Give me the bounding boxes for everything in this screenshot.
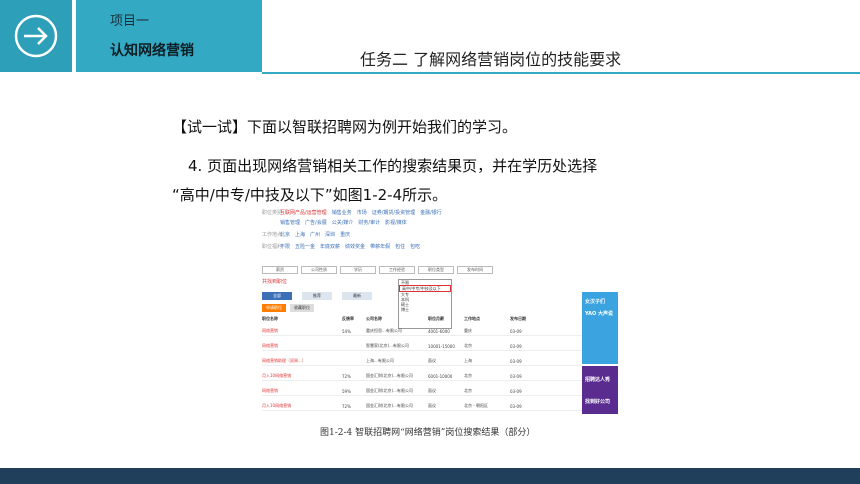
- ad-banner[interactable]: 女汉子们 YAO 大声说: [582, 292, 618, 364]
- job-date: 03-09: [510, 343, 522, 349]
- job-date: 03-09: [510, 403, 522, 409]
- job-city: 北京: [464, 388, 472, 393]
- table-row: 月入10网络营销 72% 国金汇财(北京)...有限公司 6001-10000 …: [262, 372, 582, 381]
- job-city: 重庆: [464, 328, 472, 333]
- figure-caption: 图1-2-4 智联招聘网“网络营销”岗位搜索结果（部分）: [320, 428, 536, 438]
- job-city: 北京: [464, 343, 472, 348]
- filter-row: 职位类别 互联网产品/运营管理 销售业务 市场 证券/期货/投资管理 金融/银行: [262, 209, 442, 216]
- job-title[interactable]: 网络营销: [262, 343, 342, 349]
- table-row: 月入10网络营销 72% 国金汇财(北京)...有限公司 面议 北京 - 朝阳区…: [262, 402, 582, 411]
- col-header: 职位月薪: [428, 316, 444, 321]
- job-salary: 面议: [428, 403, 436, 408]
- table-header: 职位名称 反馈率 公司名称 职位月薪 工作地点 发布日期: [262, 316, 582, 323]
- popup-option[interactable]: 博士: [399, 307, 451, 312]
- job-company[interactable]: 国金汇财(北京)...有限公司: [366, 373, 428, 379]
- tab[interactable]: 最新: [342, 292, 372, 300]
- job-company[interactable]: 重庆恒思...有限公司: [366, 328, 428, 334]
- header-band: 项目一 认知网络营销 任务二 了解网络营销岗位的技能要求: [0, 0, 860, 72]
- table-row: 网络营销 智慧家(北京)...有限公司 10001-15000 北京 03-09: [262, 342, 582, 351]
- job-salary: 面议: [428, 388, 436, 393]
- dropdown[interactable]: 发布时间: [457, 266, 493, 274]
- col-header: 反馈率: [342, 316, 354, 321]
- job-salary: 面议: [428, 358, 436, 363]
- filter-row: 销售管理 广告/会展 公关/媒介 财务/审计 影视/媒体: [280, 219, 407, 226]
- results-tabs: 全部 推荐 最新: [262, 292, 582, 300]
- job-rate: 54%: [342, 328, 351, 334]
- job-salary: 10001-15000: [428, 343, 455, 349]
- job-title[interactable]: 网络营销: [262, 388, 342, 394]
- col-header: 工作地点: [464, 316, 480, 321]
- paragraph-intro: 【试一试】下面以智联招聘网为例开始我们的学习。: [172, 118, 518, 136]
- header-divider: [262, 72, 860, 74]
- task-title: 任务二 了解网络营销岗位的技能要求: [360, 50, 622, 69]
- dropdown[interactable]: 公司性质: [301, 266, 337, 274]
- table-row: 网络营销助理（双周...） 上海...有限公司 面议 上海 03-09: [262, 357, 582, 366]
- job-title[interactable]: 网络营销助理（双周...）: [262, 358, 342, 364]
- project-label: 项目一: [110, 14, 150, 29]
- filter-row: 工作地点 北京 上海 广州 深圳 重庆: [262, 231, 351, 238]
- dropdown[interactable]: 薪资: [262, 266, 298, 274]
- job-salary: 4001-6000: [428, 328, 450, 334]
- job-date: 03-09: [510, 358, 522, 364]
- dropdown[interactable]: 职位类型: [418, 266, 454, 274]
- job-rate: 72%: [342, 373, 351, 379]
- tab[interactable]: 全部: [262, 292, 292, 300]
- col-header: 公司名称: [366, 316, 382, 321]
- job-company[interactable]: 国金汇财(北京)...有限公司: [366, 403, 428, 409]
- popup-option-selected[interactable]: 高中/中专/中技及以下: [399, 285, 451, 292]
- paragraph-step: 4. 页面出现网络营销相关工作的搜索结果页，并在学历处选择: [188, 157, 598, 175]
- dropdown-education[interactable]: 学历: [340, 266, 376, 274]
- project-box: 项目一 认知网络营销: [76, 0, 262, 72]
- table-row: 网络营销 54% 重庆恒思...有限公司 4001-6000 重庆 03-09: [262, 327, 582, 336]
- job-rate: 59%: [342, 388, 351, 394]
- logo: [0, 0, 72, 72]
- job-title[interactable]: 月入10网络营销: [262, 373, 342, 379]
- job-title[interactable]: 月入10网络营销: [262, 403, 342, 409]
- job-company[interactable]: 上海...有限公司: [366, 358, 428, 364]
- tab[interactable]: 推荐: [302, 292, 332, 300]
- paragraph-step-cont: “高中/中专/中技及以下”如图1-2-4所示。: [172, 186, 448, 204]
- arrow-circle-right-icon: [14, 14, 58, 58]
- col-header: 职位名称: [262, 316, 278, 321]
- project-title: 认知网络营销: [110, 43, 194, 59]
- col-header: 发布日期: [510, 316, 526, 321]
- dropdown-row: 薪资 公司性质 学历 工作经验 职位类型 发布时间: [262, 266, 622, 274]
- job-date: 03-09: [510, 328, 522, 334]
- job-company[interactable]: 国金汇财(北京)...有限公司: [366, 388, 428, 394]
- figure-screenshot: 职位类别 互联网产品/运营管理 销售业务 市场 证券/期货/投资管理 金融/银行 销售管理…: [262, 206, 622, 418]
- job-city: 北京: [464, 373, 472, 378]
- job-rate: 72%: [342, 403, 351, 409]
- dropdown[interactable]: 工作经验: [379, 266, 415, 274]
- table-row: 网络营销 59% 国金汇财(北京)...有限公司 面议 北京 03-09: [262, 387, 582, 396]
- job-date: 03-09: [510, 388, 522, 394]
- apply-button[interactable]: 申请职位: [262, 304, 286, 312]
- filter-row: 职位福利 不限 五险一金 年底双薪 绩效奖金 带薪年假 包住 包吃: [262, 243, 421, 250]
- job-date: 03-09: [510, 373, 522, 379]
- footer-band: [0, 468, 860, 484]
- action-row: 申请职位 收藏职位: [262, 304, 314, 312]
- save-button[interactable]: 收藏职位: [290, 304, 314, 312]
- job-city: 上海: [464, 358, 472, 363]
- job-title[interactable]: 网络营销: [262, 328, 342, 334]
- job-company[interactable]: 智慧家(北京)...有限公司: [366, 343, 428, 349]
- ad-banner[interactable]: 招聘达人秀 找到好公司: [582, 366, 618, 414]
- job-salary: 6001-10000: [428, 373, 453, 379]
- job-city: 北京 - 朝阳区: [464, 403, 488, 408]
